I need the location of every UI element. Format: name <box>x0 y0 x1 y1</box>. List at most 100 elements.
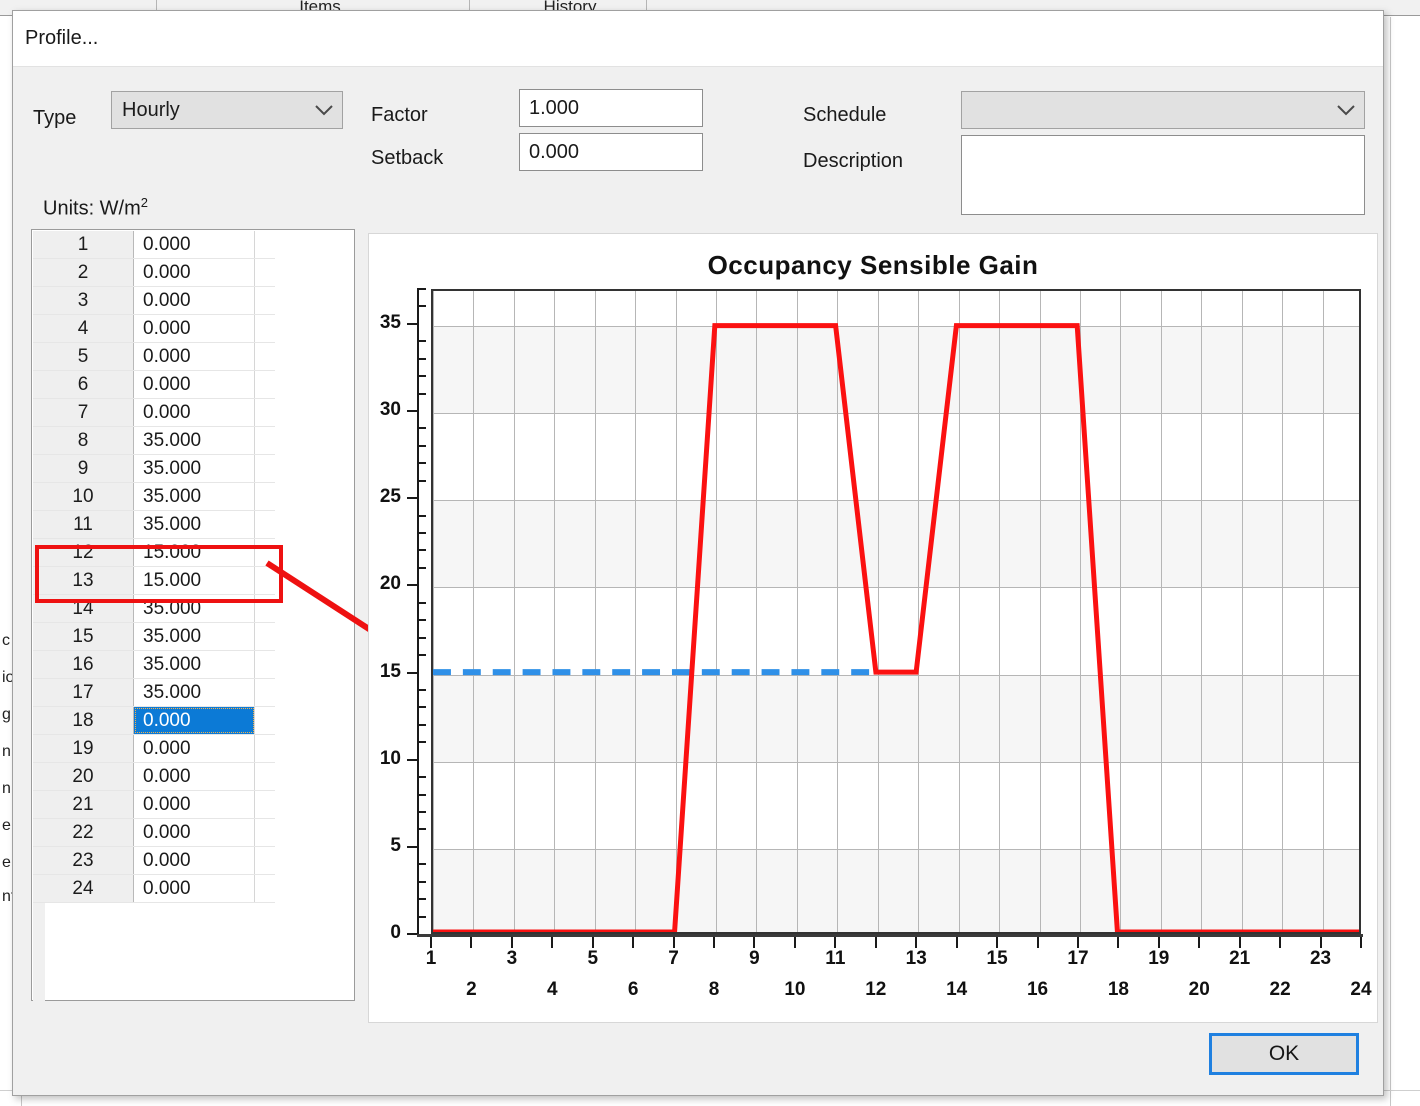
table-row[interactable]: 24 0.000 <box>33 875 275 903</box>
background-side-text: c <box>2 632 10 649</box>
table-row[interactable]: 6 0.000 <box>33 371 275 399</box>
table-cell-hour: 16 <box>33 651 134 678</box>
table-row[interactable]: 19 0.000 <box>33 735 275 763</box>
table-row[interactable]: 7 0.000 <box>33 399 275 427</box>
hourly-values-table[interactable]: 1 0.000 2 0.000 3 0.000 4 0.000 5 0.000 6 0.000 7 0.0… <box>31 229 355 1001</box>
table-row[interactable]: 2 0.000 <box>33 259 275 287</box>
table-cell-value[interactable]: 0.000 <box>134 371 255 398</box>
table-cell-value[interactable]: 35.000 <box>134 679 255 706</box>
units-text: Units: W/m <box>43 197 141 220</box>
y-axis-minor-tick <box>417 305 426 308</box>
table-row[interactable]: 4 0.000 <box>33 315 275 343</box>
table-cell-value[interactable]: 35.000 <box>134 595 255 622</box>
table-cell-value[interactable]: 0.000 <box>134 231 255 258</box>
background-side-text: n <box>2 743 11 760</box>
x-axis-tick <box>1157 937 1160 948</box>
table-cell-value[interactable]: 0.000 <box>134 847 255 874</box>
factor-input[interactable]: 1.000 <box>519 89 703 127</box>
table-row[interactable]: 5 0.000 <box>33 343 275 371</box>
x-axis-tick <box>1279 937 1282 948</box>
y-axis-minor-tick <box>417 462 426 465</box>
table-row[interactable]: 13 15.000 <box>33 567 275 595</box>
dialog-titlebar: Profile... <box>13 11 1383 67</box>
table-cell-value[interactable]: 35.000 <box>134 483 255 510</box>
table-row[interactable]: 12 15.000 <box>33 539 275 567</box>
y-axis-tick-label: 10 <box>379 747 401 769</box>
x-axis-tick <box>551 937 554 948</box>
table-cell-value[interactable]: 0.000 <box>134 791 255 818</box>
chart-title: Occupancy Sensible Gain <box>707 250 1039 280</box>
y-axis-major-tick <box>407 845 419 848</box>
table-row[interactable]: 11 35.000 <box>33 511 275 539</box>
x-axis-tick-label: 23 <box>1309 948 1332 969</box>
schedule-combobox[interactable] <box>961 91 1365 129</box>
table-row[interactable]: 22 0.000 <box>33 819 275 847</box>
y-axis-major-tick <box>407 497 419 500</box>
table-cell-value[interactable]: 35.000 <box>134 455 255 482</box>
table-cell-value[interactable]: 0.000 <box>134 259 255 286</box>
table-row[interactable]: 8 35.000 <box>33 427 275 455</box>
x-axis-tick <box>1360 937 1362 948</box>
y-axis-minor-tick <box>417 636 426 639</box>
table-row[interactable]: 21 0.000 <box>33 791 275 819</box>
y-axis-major-tick <box>407 584 419 587</box>
x-axis-tick <box>632 937 635 948</box>
table-row[interactable]: 1 0.000 <box>33 231 275 259</box>
table-cell-value[interactable]: 0.000 <box>134 819 255 846</box>
setback-input[interactable]: 0.000 <box>519 133 703 171</box>
table-cell-value[interactable]: 35.000 <box>134 651 255 678</box>
description-input[interactable] <box>961 135 1365 215</box>
table-cell-value[interactable]: 35.000 <box>134 623 255 650</box>
chevron-down-icon <box>1328 104 1364 117</box>
x-axis-spine <box>417 934 1363 937</box>
type-combobox[interactable]: Hourly <box>111 91 343 129</box>
table-cell-value[interactable]: 0.000 <box>134 315 255 342</box>
table-cell-value[interactable]: 0.000 <box>134 343 255 370</box>
table-cell-value[interactable]: 0.000 <box>134 707 255 734</box>
x-axis-tick-label: 14 <box>946 979 968 1000</box>
x-axis-tick <box>874 937 877 948</box>
table-cell-value[interactable]: 35.000 <box>134 427 255 454</box>
table-cell-hour: 17 <box>33 679 134 706</box>
y-axis-minor-tick <box>417 357 426 360</box>
table-body: 1 0.000 2 0.000 3 0.000 4 0.000 5 0.000 6 0.000 7 0.0… <box>33 231 275 903</box>
table-row[interactable]: 17 35.000 <box>33 679 275 707</box>
table-row[interactable]: 15 35.000 <box>33 623 275 651</box>
table-cell-value[interactable]: 0.000 <box>134 287 255 314</box>
x-axis-tick-label: 12 <box>865 979 887 1000</box>
x-axis-tick <box>713 937 716 948</box>
table-row[interactable]: 9 35.000 <box>33 455 275 483</box>
table-cell-hour: 5 <box>33 343 134 370</box>
ok-button[interactable]: OK <box>1209 1033 1359 1075</box>
setback-label: Setback <box>371 147 444 169</box>
table-cell-value[interactable]: 35.000 <box>134 511 255 538</box>
units-label: Units: W/m2 <box>43 195 148 221</box>
table-cell-value[interactable]: 0.000 <box>134 399 255 426</box>
x-axis-tick-label: 1 <box>425 948 437 969</box>
table-row[interactable]: 23 0.000 <box>33 847 275 875</box>
table-cell-value[interactable]: 15.000 <box>134 567 255 594</box>
y-axis-minor-tick <box>417 601 426 604</box>
table-row[interactable]: 20 0.000 <box>33 763 275 791</box>
table-row[interactable]: 16 35.000 <box>33 651 275 679</box>
x-axis-tick-label: 6 <box>627 979 639 1000</box>
x-axis-tick-label: 11 <box>825 948 846 969</box>
x-axis-tick <box>1319 937 1322 948</box>
y-axis-tick-label: 30 <box>379 399 401 421</box>
table-row[interactable]: 18 0.000 <box>33 707 275 735</box>
table-cell-hour: 12 <box>33 539 134 566</box>
background-panel-right-edge <box>1390 17 1391 1106</box>
y-axis-spine <box>417 289 419 934</box>
y-axis-minor-tick <box>417 706 426 709</box>
table-row[interactable]: 3 0.000 <box>33 287 275 315</box>
table-cell-hour: 6 <box>33 371 134 398</box>
table-cell-hour: 18 <box>33 707 134 734</box>
dialog-title: Profile... <box>25 27 99 49</box>
y-axis-tick-label: 0 <box>390 922 401 943</box>
table-cell-value[interactable]: 0.000 <box>134 875 255 902</box>
table-cell-value[interactable]: 15.000 <box>134 539 255 566</box>
table-row[interactable]: 10 35.000 <box>33 483 275 511</box>
table-row[interactable]: 14 35.000 <box>33 595 275 623</box>
table-cell-value[interactable]: 0.000 <box>134 763 255 790</box>
table-cell-value[interactable]: 0.000 <box>134 735 255 762</box>
